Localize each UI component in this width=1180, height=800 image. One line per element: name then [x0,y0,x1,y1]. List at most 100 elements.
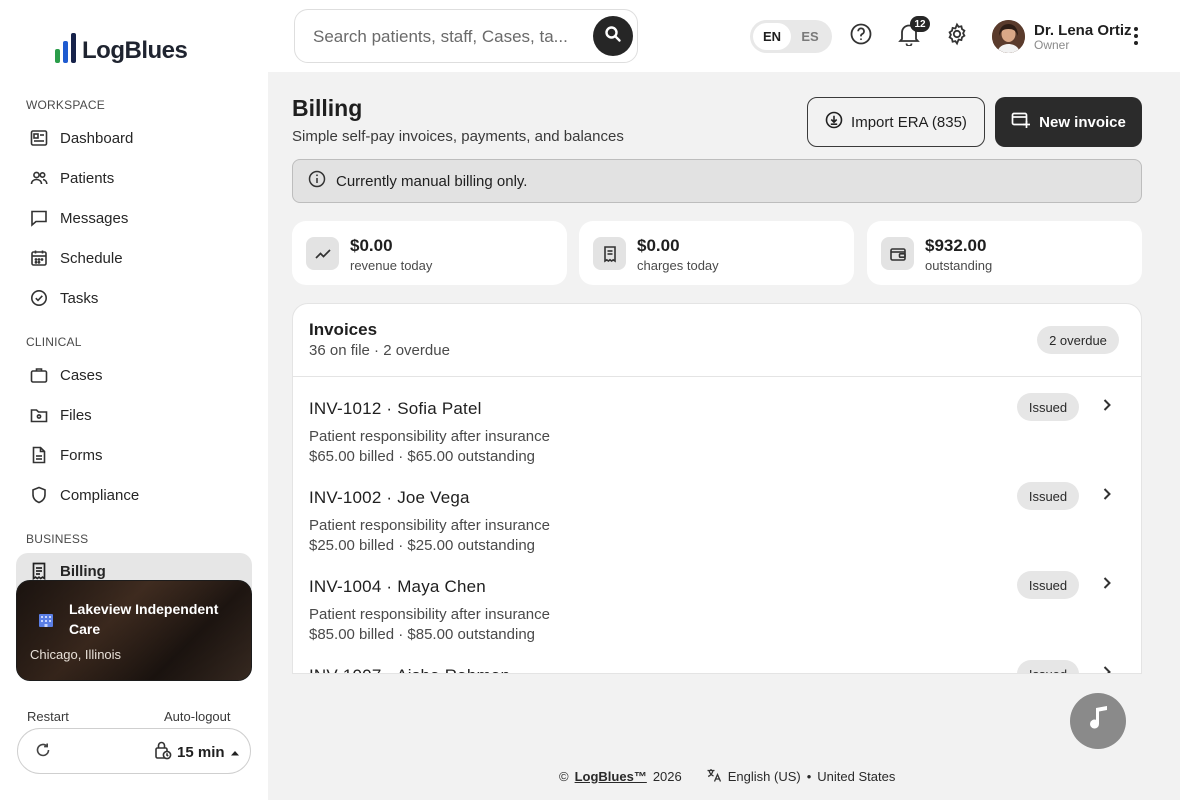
caret-up-icon [230,744,240,761]
status-badge: Issued [1017,393,1079,421]
check-circle-icon [30,289,48,307]
refresh-icon [34,741,52,764]
invoices-subtitle: 36 on file · 2 overdue [309,342,450,359]
footer-brand[interactable]: LogBlues™ [575,769,647,784]
building-icon [37,611,55,629]
brand-logo[interactable]: LogBlues [55,33,188,64]
sidebar-item-files[interactable]: Files [16,397,252,433]
section-label-clinical: CLINICAL [26,335,82,349]
sidebar-item-tasks[interactable]: Tasks [16,280,252,316]
page-subtitle: Simple self-pay invoices, payments, and … [292,128,624,145]
trend-icon [306,237,339,270]
page-title: Billing [292,95,363,121]
music-fab-button[interactable] [1070,693,1126,749]
sidebar-item-label: Billing [60,562,106,580]
briefcase-icon [30,366,48,384]
clinic-card[interactable]: Lakeview Independent Care Chicago, Illin… [16,580,252,681]
sidebar-item-label: Dashboard [60,129,134,147]
copyright-symbol: © [559,769,569,784]
sidebar-item-cases[interactable]: Cases [16,357,252,393]
invoice-row[interactable]: INV-1004 · Maya Chen Patient responsibil… [293,563,1141,652]
sidebar-item-forms[interactable]: Forms [16,437,252,473]
kebab-dot [1134,27,1138,31]
stat-value: $0.00 [637,236,680,255]
autologout-label: Auto-logout [164,709,231,724]
info-icon [308,170,326,192]
stat-value: $0.00 [350,236,393,255]
invoices-panel: Invoices 36 on file · 2 overdue 2 overdu… [292,303,1142,674]
sidebar-item-compliance[interactable]: Compliance [16,477,252,513]
translate-icon [706,767,722,786]
help-button[interactable] [848,23,874,49]
stat-label: outstanding [925,258,993,273]
status-badge: Issued [1017,482,1079,510]
overdue-badge[interactable]: 2 overdue [1037,326,1119,354]
logo-bars-icon [55,33,76,63]
dashboard-icon [30,129,48,147]
chevron-right-icon [1099,664,1115,673]
avatar[interactable] [992,20,1025,53]
autologout-select[interactable]: 15 min [154,739,240,765]
invoice-title: INV-1012 · Sofia Patel [309,399,482,418]
document-icon [30,446,48,464]
sidebar-item-label: Patients [60,169,115,187]
restart-label: Restart [27,709,69,724]
sidebar-item-label: Files [60,406,92,424]
sidebar-item-messages[interactable]: Messages [16,200,252,236]
stat-value: $932.00 [925,236,987,255]
new-invoice-label: New invoice [1039,113,1126,131]
help-icon [849,22,873,51]
more-options-button[interactable] [1130,24,1142,48]
notification-count-badge: 12 [910,16,930,32]
lock-clock-icon [154,740,172,764]
import-era-button[interactable]: Import ERA (835) [807,97,985,147]
search-input[interactable] [313,24,583,50]
new-invoice-button[interactable]: New invoice [995,97,1142,147]
sidebar-item-label: Forms [60,446,103,464]
invoice-row[interactable]: INV-1002 · Joe Vega Patient responsibili… [293,474,1141,563]
sidebar-item-label: Schedule [60,249,123,267]
people-icon [30,169,48,187]
lang-es-option[interactable]: ES [791,23,829,50]
invoice-amounts: $65.00 billed · $65.00 outstanding [309,448,536,465]
calendar-icon [30,249,48,267]
download-circle-icon [825,111,843,133]
lang-en-option[interactable]: EN [753,23,791,50]
stat-card-revenue: $0.00 revenue today [292,221,567,285]
footer-language[interactable]: English (US) [728,769,801,784]
invoice-row[interactable]: INV-1012 · Sofia Patel Patient responsib… [293,385,1141,474]
settings-button[interactable] [944,22,970,49]
stat-card-charges: $0.00 charges today [579,221,854,285]
music-note-icon [1086,705,1110,738]
footer-year: 2026 [652,769,682,784]
restart-button[interactable] [32,741,54,763]
chevron-right-icon [1099,486,1115,502]
invoice-title: INV-1004 · Maya Chen [309,577,486,596]
search-button[interactable] [593,16,633,56]
clinic-location: Chicago, Illinois [30,647,122,662]
divider [293,376,1141,377]
invoice-row[interactable]: INV-1007 · Aisha Rahman Issued [293,652,1141,673]
section-label-business: BUSINESS [26,532,89,546]
chevron-right-icon [1099,575,1115,591]
sidebar-item-label: Messages [60,209,129,227]
notice-text: Currently manual billing only. [336,172,528,190]
sidebar-item-schedule[interactable]: Schedule [16,240,252,276]
sidebar-item-label: Compliance [60,486,140,504]
folder-icon [30,406,48,424]
sidebar-item-patients[interactable]: Patients [16,160,252,196]
footer: © LogBlues™ 2026 English (US) • United S… [559,767,895,786]
user-name[interactable]: Dr. Lena Ortiz [1034,22,1132,39]
invoice-amounts: $25.00 billed · $25.00 outstanding [309,537,536,554]
brand-name: LogBlues [82,37,188,64]
invoices-title: Invoices [309,320,378,339]
sidebar-item-dashboard[interactable]: Dashboard [16,120,252,156]
top-bar: EN ES 12 Dr. Lena Ortiz Owner [268,0,1180,72]
footer-region[interactable]: United States [817,769,895,784]
import-era-label: Import ERA (835) [851,113,967,131]
clinic-name: Lakeview Independent Care [69,601,219,637]
sidebar-item-label: Tasks [60,289,99,307]
search-box [294,9,638,63]
chevron-right-icon [1099,397,1115,413]
sidebar-item-label: Cases [60,366,103,384]
